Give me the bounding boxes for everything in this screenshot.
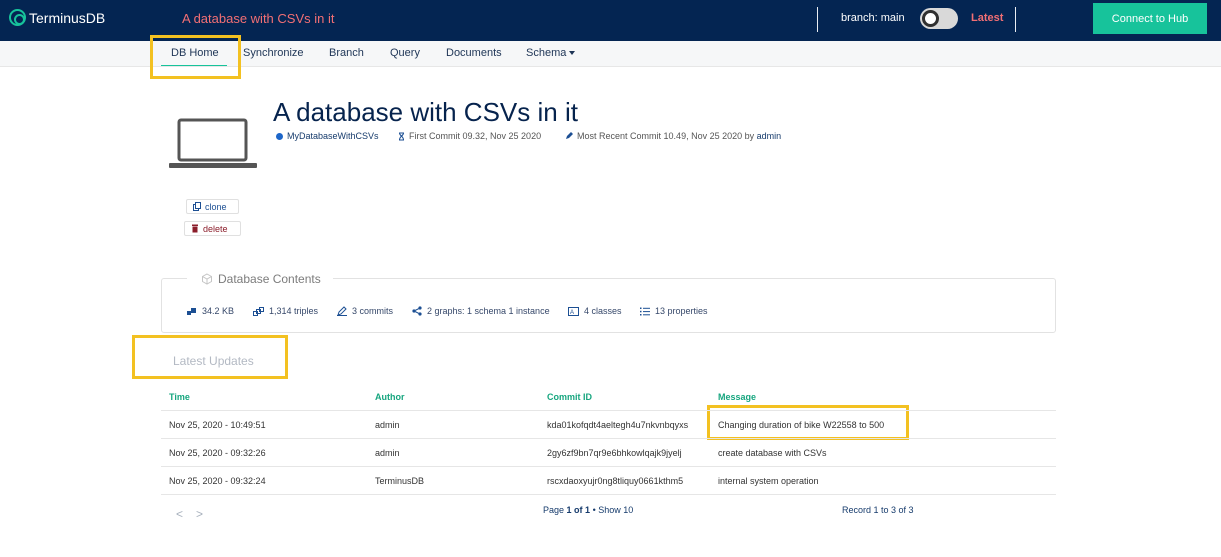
terminusdb-logo[interactable]: TerminusDB (9, 9, 105, 26)
first-commit-value: 09.32, Nov 25 2020 (462, 131, 542, 141)
stat-commits: 3 commits (337, 306, 393, 316)
database-icon (276, 132, 283, 140)
stat-classes-text: 4 classes (584, 306, 622, 316)
cube-icon (202, 273, 212, 285)
terminusdb-logo-icon (9, 9, 26, 26)
share-graph-icon (412, 306, 422, 316)
stat-triples-text: 1,314 triples (269, 306, 319, 316)
cell-time: Nov 25, 2020 - 10:49:51 (169, 420, 266, 430)
copy-icon (193, 202, 201, 211)
hourglass-icon (399, 132, 404, 140)
stat-size: 34.2 KB (187, 306, 234, 316)
column-header-time[interactable]: Time (169, 392, 190, 402)
cell-time: Nov 25, 2020 - 09:32:26 (169, 448, 266, 458)
clone-label: clone (205, 201, 227, 212)
stat-triples: 1,314 triples (253, 306, 318, 316)
stat-properties-text: 13 properties (655, 306, 708, 316)
stat-graphs-text: 2 graphs: 1 schema 1 instance (427, 306, 550, 316)
table-divider (161, 410, 1056, 411)
classes-icon: A (568, 306, 579, 316)
cell-message: create database with CSVs (718, 448, 827, 458)
logo-text: TerminusDB (29, 9, 106, 26)
commit-author[interactable]: admin (757, 131, 782, 141)
tab-branch[interactable]: Branch (329, 47, 364, 59)
stat-size-text: 34.2 KB (202, 306, 235, 316)
delete-button[interactable]: delete (184, 221, 241, 236)
current-database-title: A database with CSVs in it (182, 11, 335, 26)
recent-commit-info: Most Recent Commit 10.49, Nov 25 2020 by… (565, 131, 781, 141)
tab-schema[interactable]: Schema (526, 47, 576, 59)
connect-to-hub-button[interactable]: Connect to Hub (1093, 3, 1207, 34)
tab-synchronize[interactable]: Synchronize (243, 47, 304, 59)
cell-author: admin (375, 448, 400, 458)
tab-schema-label: Schema (526, 47, 567, 59)
first-commit-info: First Commit 09.32, Nov 25 2020 (398, 131, 541, 141)
cell-author: TerminusDB (375, 476, 425, 486)
svg-text:A: A (570, 310, 574, 316)
page-size-selector[interactable]: Show 10 (598, 505, 633, 515)
cell-author: admin (375, 420, 400, 430)
clone-button[interactable]: clone (186, 199, 239, 214)
size-icon (187, 307, 196, 315)
cell-commit-id: 2gy6zf9bn7qr9e6bhkowlqajk9jyelj (547, 448, 682, 458)
list-icon (640, 307, 650, 315)
first-commit-label: First Commit (409, 131, 460, 141)
stat-classes: A 4 classes (568, 306, 622, 316)
divider (1015, 7, 1016, 32)
toggle-knob (922, 10, 939, 27)
chevron-down-icon (569, 51, 576, 56)
page-current: 1 of 1 (566, 505, 591, 515)
table-divider (161, 438, 1056, 439)
database-contents-title: Database Contents (187, 272, 333, 286)
database-id-text: MyDatabaseWithCSVs (287, 131, 379, 141)
pencil-icon (566, 132, 573, 139)
page-info: Page 1 of 1 • Show 10 (543, 505, 633, 515)
column-header-author[interactable]: Author (375, 392, 405, 402)
next-page-button[interactable]: > (196, 507, 203, 521)
stat-commits-text: 3 commits (352, 306, 394, 316)
highlight-box (150, 35, 241, 79)
branch-label[interactable]: branch: main (841, 12, 905, 24)
tab-query[interactable]: Query (390, 47, 420, 59)
cell-message: Changing duration of bike W22558 to 500 (718, 420, 885, 430)
latest-updates-title: Latest Updates (173, 354, 254, 368)
page-title: A database with CSVs in it (273, 97, 578, 127)
previous-page-button[interactable]: < (176, 507, 183, 521)
trash-icon (192, 224, 198, 233)
stat-properties: 13 properties (640, 306, 708, 316)
latest-label: Latest (971, 12, 1004, 24)
cell-time: Nov 25, 2020 - 09:32:24 (169, 476, 266, 486)
cell-message: internal system operation (718, 476, 819, 486)
table-divider (161, 466, 1056, 467)
recent-commit-value: 10.49, Nov 25 2020 (663, 131, 743, 141)
divider (817, 7, 818, 32)
stat-graphs: 2 graphs: 1 schema 1 instance (412, 306, 550, 316)
record-info: Record 1 to 3 of 3 (842, 505, 914, 515)
tab-documents[interactable]: Documents (446, 47, 502, 59)
laptop-icon (169, 118, 257, 168)
database-id: MyDatabaseWithCSVs (276, 131, 379, 141)
page-label: Page (543, 505, 565, 515)
table-divider (161, 494, 1056, 495)
recent-commit-label: Most Recent Commit (577, 131, 662, 141)
cell-commit-id: rscxdaoxyujr0ng8tliquy0661kthm5 (547, 476, 684, 486)
column-header-message[interactable]: Message (718, 392, 756, 402)
database-contents-label: Database Contents (218, 272, 321, 286)
cell-commit-id: kda01kofqdt4aeltegh4u7nkvnbqyxs (547, 420, 689, 430)
page-separator: • (592, 505, 596, 515)
pencil-icon (337, 306, 347, 316)
column-header-commit-id[interactable]: Commit ID (547, 392, 592, 402)
triples-icon (253, 306, 264, 316)
branch-latest-toggle[interactable] (920, 8, 958, 29)
delete-label: delete (203, 223, 228, 234)
by-label: by (744, 131, 755, 141)
